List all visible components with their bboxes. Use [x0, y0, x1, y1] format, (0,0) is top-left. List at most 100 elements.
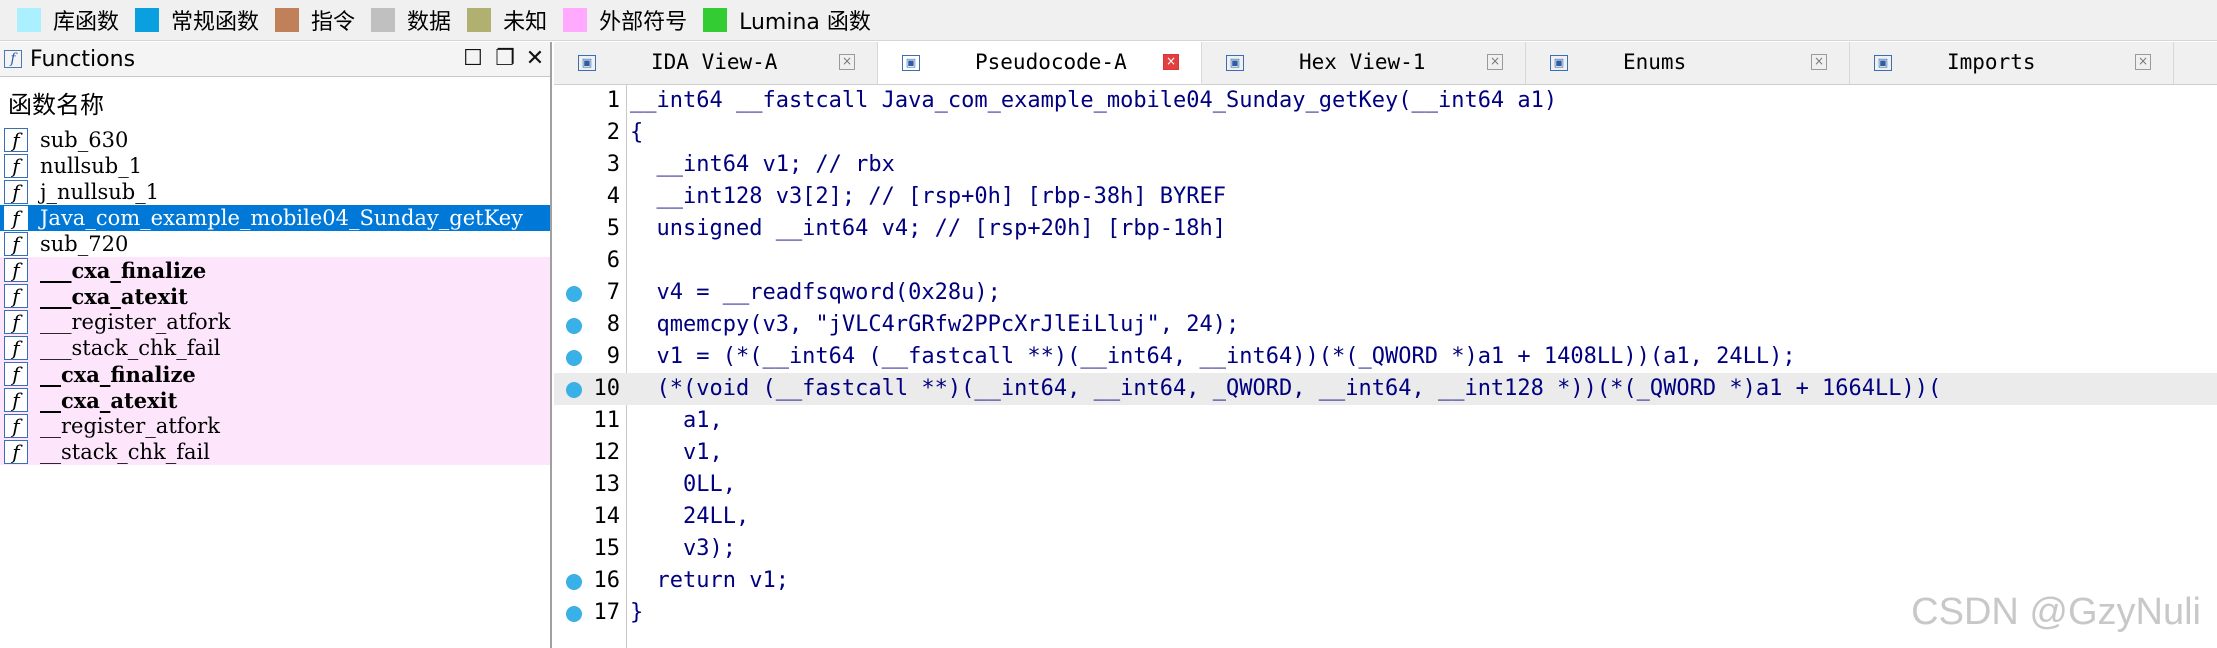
tab-overflow[interactable] [2174, 42, 2217, 84]
legend-item: Lumina 函数 [703, 4, 871, 36]
code-line[interactable]: 13 0LL, [554, 469, 2217, 501]
code-text: v1 = (*(__int64 (__fastcall **)(__int64,… [630, 344, 1796, 369]
function-list-item[interactable]: f ___register_atfork [0, 309, 550, 335]
code-line[interactable]: 1 __int64 __fastcall Java_com_example_mob… [554, 85, 2217, 117]
tab-close-icon[interactable]: × [1811, 54, 1827, 70]
tab-close-icon[interactable]: × [2135, 54, 2151, 70]
line-number: 7 [606, 280, 620, 305]
function-list-item[interactable]: f Java_com_example_mobile04_Sunday_getKey [0, 205, 550, 231]
tab-close-icon[interactable]: × [839, 54, 855, 70]
code-line[interactable]: 2{ [554, 117, 2217, 149]
function-icon: f [4, 180, 28, 204]
function-name: sub_630 [40, 128, 129, 152]
legend-swatch [563, 8, 588, 32]
code-line[interactable]: 7 v4 = __readfsqword(0x28u); [554, 277, 2217, 309]
code-line[interactable]: 10 (*(void (__fastcall **)(__int64, __in… [554, 373, 2217, 405]
restore-icon[interactable]: ❐ [492, 46, 518, 72]
function-list-item[interactable]: f j_nullsub_1 [0, 179, 550, 205]
function-list-item[interactable]: f ___stack_chk_fail [0, 335, 550, 361]
line-number: 6 [606, 248, 620, 273]
line-number: 14 [593, 504, 621, 529]
function-name: ___register_atfork [40, 310, 231, 334]
code-text: { [630, 120, 644, 145]
function-list-item[interactable]: f ___cxa_finalize [0, 257, 550, 283]
code-line[interactable]: 4 __int128 v3[2]; // [rsp+0h] [rbp-38h] … [554, 181, 2217, 213]
code-text: a1, [630, 408, 723, 433]
imports-icon: ▣ [1874, 55, 1892, 71]
breakpoint-dot-icon[interactable] [566, 350, 582, 366]
function-list-item[interactable]: f __cxa_finalize [0, 361, 550, 387]
function-icon: f [4, 258, 28, 282]
code-line[interactable]: 6 [554, 245, 2217, 277]
functions-panel-titlebar: f Functions ☐ ❐ ✕ [0, 42, 550, 77]
hex-view-icon: ▣ [1226, 55, 1244, 71]
legend-swatch [17, 8, 41, 32]
code-line[interactable]: 15 v3); [554, 533, 2217, 565]
code-text: unsigned __int64 v4; // [rsp+20h] [rbp-1… [630, 216, 1227, 241]
function-list-item[interactable]: f sub_720 [0, 231, 550, 257]
breakpoint-dot-icon[interactable] [566, 606, 582, 622]
function-name: sub_720 [40, 232, 129, 256]
function-list-item[interactable]: f sub_630 [0, 127, 550, 153]
code-line[interactable]: 9 v1 = (*(__int64 (__fastcall **)(__int6… [554, 341, 2217, 373]
tab-close-icon[interactable]: × [1163, 54, 1179, 70]
function-name: nullsub_1 [40, 154, 143, 178]
code-line[interactable]: 3 __int64 v1; // rbx [554, 149, 2217, 181]
code-line[interactable]: 11 a1, [554, 405, 2217, 437]
code-text: (*(void (__fastcall **)(__int64, __int64… [630, 376, 1942, 401]
function-list: f sub_630 f nullsub_1 f j_nullsub_1 f Java_com_… [0, 127, 550, 465]
line-number: 17 [593, 600, 621, 625]
function-icon: f [4, 362, 28, 386]
legend-label: 库函数 [53, 10, 120, 35]
tab-enums[interactable]: ▣ Enums × [1526, 42, 1850, 84]
breakpoint-dot-icon[interactable] [566, 382, 582, 398]
functions-window-icon: f [4, 50, 22, 68]
maximize-icon[interactable]: ☐ [460, 46, 486, 72]
line-number: 5 [606, 216, 620, 241]
function-icon: f [4, 414, 28, 438]
function-list-item[interactable]: f ___cxa_atexit [0, 283, 550, 309]
function-name: __cxa_finalize [40, 361, 196, 387]
legend-swatch [275, 8, 300, 32]
line-number: 10 [593, 376, 621, 401]
tab-close-icon[interactable]: × [1487, 54, 1503, 70]
function-name-column-header[interactable]: 函数名称 [0, 77, 550, 127]
legend-item: 未知 [467, 4, 547, 36]
tab-ida-view-a[interactable]: ▣ IDA View-A × [554, 42, 878, 84]
code-line[interactable]: 8 qmemcpy(v3, "jVLC4rGRfw2PPcXrJlEiLluj"… [554, 309, 2217, 341]
function-icon: f [4, 388, 28, 412]
function-icon: f [4, 440, 28, 464]
close-panel-icon[interactable]: ✕ [522, 46, 548, 72]
breakpoint-dot-icon[interactable] [566, 574, 582, 590]
legend-label: 数据 [407, 10, 452, 35]
line-number: 2 [606, 120, 620, 145]
code-line[interactable]: 12 v1, [554, 437, 2217, 469]
legend-item: 常规函数 [135, 4, 259, 36]
legend-item: 外部符号 [563, 4, 687, 36]
color-legend-bar: 库函数 常规函数 指令 数据 未知 外部符号 Lumina 函数 [0, 0, 2217, 41]
legend-swatch [703, 8, 728, 32]
breakpoint-dot-icon[interactable] [566, 286, 582, 302]
code-line[interactable]: 5 unsigned __int64 v4; // [rsp+20h] [rbp… [554, 213, 2217, 245]
function-icon: f [4, 154, 28, 178]
function-list-item[interactable]: f __cxa_atexit [0, 387, 550, 413]
function-list-item[interactable]: f nullsub_1 [0, 153, 550, 179]
function-icon: f [4, 206, 28, 230]
pseudocode-editor[interactable]: 1 __int64 __fastcall Java_com_example_mob… [554, 85, 2217, 648]
function-list-item[interactable]: f __stack_chk_fail [0, 439, 550, 465]
legend-label: 常规函数 [171, 10, 260, 35]
enums-icon: ▣ [1550, 55, 1568, 71]
ida-view-icon: ▣ [578, 55, 596, 71]
function-icon: f [4, 284, 28, 308]
legend-label: 未知 [503, 10, 548, 35]
legend-swatch [371, 8, 396, 32]
tab-imports[interactable]: ▣ Imports × [1850, 42, 2174, 84]
line-number: 8 [606, 312, 620, 337]
tab-hex-view-1[interactable]: ▣ Hex View-1 × [1202, 42, 1526, 84]
tab-pseudocode-a[interactable]: ▣ Pseudocode-A × [878, 42, 1202, 84]
functions-panel-title: Functions [30, 46, 136, 72]
code-line[interactable]: 14 24LL, [554, 501, 2217, 533]
function-list-item[interactable]: f __register_atfork [0, 413, 550, 439]
breakpoint-dot-icon[interactable] [566, 318, 582, 334]
function-name: __register_atfork [40, 414, 220, 438]
